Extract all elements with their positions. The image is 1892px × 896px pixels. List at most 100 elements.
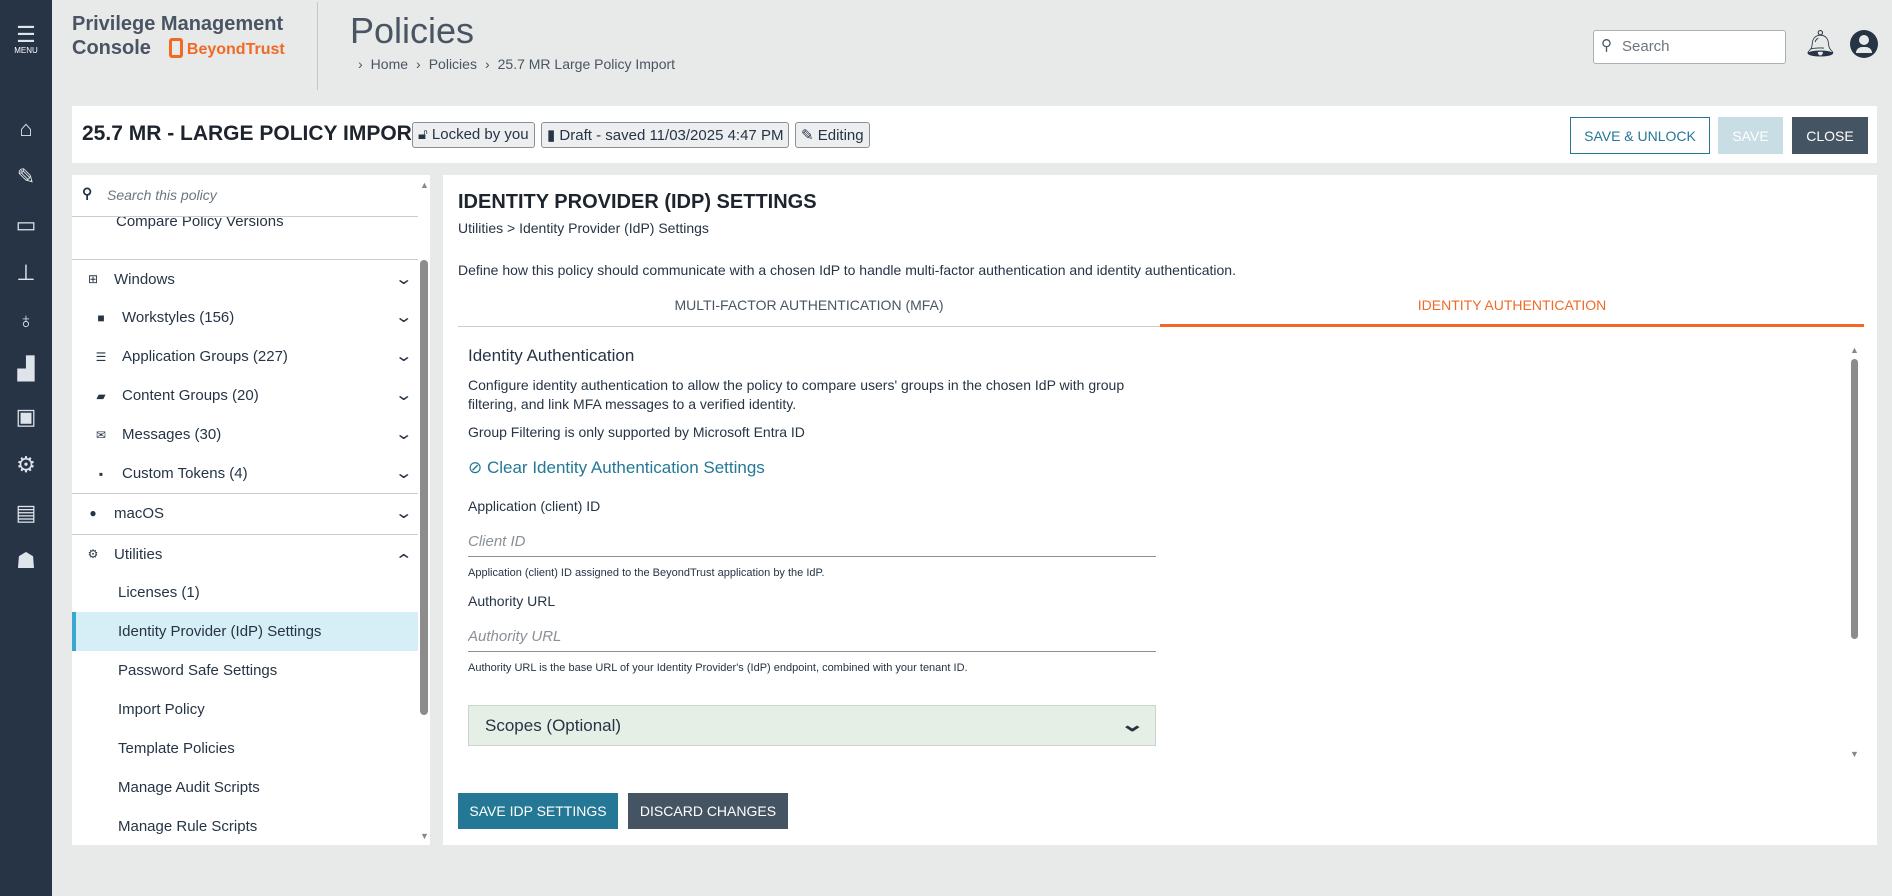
ban-icon: ⊘ [468,458,487,477]
folder-open-icon: ▰ [96,388,106,403]
policy-icon[interactable]: ✎ [0,164,52,190]
tree-label: Messages (30) [122,426,222,443]
tree-item-import-policy[interactable]: Import Policy [72,690,418,729]
lightbulb-icon[interactable]: ♁ [0,308,52,334]
save-idp-settings-button[interactable]: SAVE IDP SETTINGS [458,793,618,829]
hierarchy-icon[interactable]: ⊥ [0,260,52,286]
edit-icon: ✎ [801,127,818,144]
tree-label: Identity Provider (IdP) Settings [118,623,322,640]
tree-item-windows[interactable]: ⊞ Windows ⌄ [72,259,418,298]
search-placeholder: Search [1622,38,1670,55]
left-nav: ☰ MENU ⌂ ✎ ▭ ⊥ ♁ ▟ ▣ ⚙ ▤ ☗ [0,0,52,896]
clear-settings-link[interactable]: ⊘ Clear Identity Authentication Settings [468,458,765,478]
cogs-icon: ⚙ [87,547,99,561]
user-avatar-icon[interactable] [1850,30,1878,58]
computer-icon[interactable]: ▭ [0,212,52,238]
apple-icon: ● [89,506,97,520]
page-title: Policies [350,10,475,51]
chevron-down-icon: ⌄ [393,271,413,288]
tree-item-audit-scripts[interactable]: Manage Audit Scripts [72,768,418,807]
clear-link-text: Clear Identity Authentication Settings [486,458,765,477]
brand-name: BeyondTrust [186,41,285,58]
app-logo: Privilege Management Console BeyondTrust [72,12,285,62]
section-breadcrumb: Utilities > Identity Provider (IdP) Sett… [458,220,709,236]
settings-icon[interactable]: ⚙ [0,452,52,478]
menu-button[interactable]: ☰ MENU [0,22,52,55]
file-icon: ▮ [547,127,560,144]
scroll-thumb[interactable] [420,260,428,715]
scopes-label: Scopes (Optional) [485,716,622,735]
tree-item-app-groups[interactable]: ☰ Application Groups (227) ⌄ [72,337,418,376]
tree-item-macos[interactable]: ● macOS ⌄ [72,493,418,532]
header-divider [317,2,318,90]
close-button[interactable]: CLOSE [1792,117,1868,154]
tree-label: Import Policy [118,701,205,718]
tree-item-idp-settings[interactable]: Identity Provider (IdP) Settings [72,612,418,651]
tree-scrollbar[interactable]: ▲ ▼ [418,175,430,845]
clipboard-icon[interactable]: ▤ [0,500,52,526]
home-icon[interactable]: ⌂ [0,116,52,142]
briefcase-icon: ■ [97,310,105,325]
identity-auth-title: Identity Authentication [468,346,635,365]
chevron-down-icon: ⌄ [393,465,413,482]
tree-item-messages[interactable]: ✉ Messages (30) ⌄ [72,415,418,454]
save-unlock-button[interactable]: SAVE & UNLOCK [1570,117,1710,154]
breadcrumb-home[interactable]: Home [371,56,408,72]
policy-title-bar: 25.7 MR - LARGE POLICY IMPORT 🔓︎ Locked … [72,106,1877,163]
analytics-icon[interactable]: ▟ [0,356,52,382]
tree-label: Custom Tokens (4) [122,465,248,482]
breadcrumb-policies[interactable]: Policies [429,56,477,72]
scopes-accordion[interactable]: Scopes (Optional) ⌄ [468,705,1156,746]
logo-line2: Console [72,37,151,59]
draft-badge: ▮ Draft - saved 11/03/2025 4:47 PM [541,122,790,148]
tree-label: Manage Audit Scripts [118,779,260,796]
client-id-input[interactable] [468,527,1156,557]
logo-line1: Privilege Management [72,13,284,35]
tree-label: Workstyles (156) [122,309,235,326]
global-search-input[interactable]: ⚲ Search [1593,30,1786,64]
scroll-thumb[interactable] [1851,359,1858,639]
tree-item-password-safe[interactable]: Password Safe Settings [72,651,418,690]
search-icon: ⚲ [1601,37,1612,54]
breadcrumb-current: 25.7 MR Large Policy Import [497,56,676,72]
envelope-icon: ✉ [95,427,107,442]
tab-identity-authentication[interactable]: IDENTITY AUTHENTICATION [1160,287,1864,327]
hamburger-icon: ☰ [16,22,36,47]
policy-tree-panel: ⚲ Search this policy Compare Policy Versi… [72,175,430,845]
user-hand-icon[interactable]: ☗ [0,548,52,574]
tree-label: Licenses (1) [118,584,200,601]
tree-label: Password Safe Settings [118,662,278,679]
idp-settings-panel: IDENTITY PROVIDER (IDP) SETTINGS Utiliti… [443,175,1877,845]
chevron-down-icon: ⌄ [393,309,413,326]
id-badge-icon: ▪ [98,466,104,481]
menu-label: MENU [14,46,38,55]
tree-item-content-groups[interactable]: ▰ Content Groups (20) ⌄ [72,376,418,415]
tree-item-custom-tokens[interactable]: ▪ Custom Tokens (4) ⌄ [72,454,418,493]
lock-icon: 🔓︎ [418,126,432,143]
tree-item-utilities[interactable]: ⚙ Utilities ⌄ [72,534,418,573]
identity-auth-description: Configure identity authentication to all… [468,377,1125,412]
tree-item-licenses[interactable]: Licenses (1) [72,573,418,612]
section-description: Define how this policy should communicat… [458,262,1236,278]
content-scrollbar[interactable]: ▲ ▼ [1848,345,1860,765]
editing-text: Editing [817,127,864,144]
tree-item-workstyles[interactable]: ■ Workstyles (156) ⌄ [72,298,418,337]
policy-title: 25.7 MR - LARGE POLICY IMPORT [82,122,425,145]
tab-mfa[interactable]: MULTI-FACTOR AUTHENTICATION (MFA) [458,287,1160,327]
tree-search-input[interactable]: ⚲ Search this policy [72,175,418,217]
tree-item-rule-scripts[interactable]: Manage Rule Scripts [72,807,418,845]
save-button[interactable]: SAVE [1718,117,1783,154]
draft-text: Draft - saved 11/03/2025 4:47 PM [559,127,784,144]
discard-changes-button[interactable]: DISCARD CHANGES [628,793,788,829]
tree-label: Application Groups (227) [122,348,288,365]
tree-search-placeholder: Search this policy [107,187,217,203]
tree-label: macOS [114,504,165,522]
breadcrumb: › Home › Policies › 25.7 MR Large Policy Impo… [358,56,676,72]
authority-url-input[interactable] [468,622,1156,652]
inbox-icon[interactable]: ▣ [0,404,52,430]
tree-label: Utilities [114,545,163,563]
bell-icon[interactable]: 🔔︎ [1804,28,1837,59]
locked-badge: 🔓︎ Locked by you [412,122,535,148]
chevron-down-icon: ⌄ [1120,714,1146,736]
tree-item-template-policies[interactable]: Template Policies [72,729,418,768]
